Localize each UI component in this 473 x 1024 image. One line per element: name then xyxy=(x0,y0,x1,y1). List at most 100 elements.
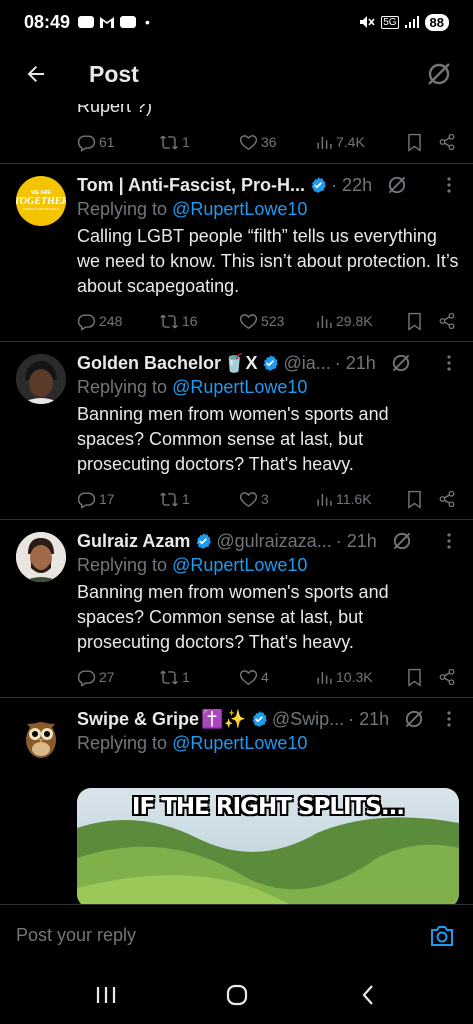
status-bar: 08:49 • 5G 88 xyxy=(0,0,473,44)
tweet-header: Golden Bachelor 🥤X @ia... · 21h xyxy=(77,350,459,376)
repost-count: 1 xyxy=(182,669,190,685)
like-count: 3 xyxy=(261,491,269,507)
repost-action[interactable]: 1 xyxy=(159,668,239,687)
user-handle[interactable]: @ia... xyxy=(283,353,330,374)
gmail-icon xyxy=(100,16,115,28)
tweet-header: Tom | Anti-Fascist, Pro-H... · 22h xyxy=(77,172,459,198)
grok-icon[interactable] xyxy=(390,352,412,374)
like-action[interactable]: 4 xyxy=(239,668,316,687)
bookmark-icon xyxy=(408,133,421,152)
heart-icon xyxy=(239,134,258,150)
more-vertical-icon[interactable] xyxy=(439,533,459,549)
user-handle[interactable]: @Swip... xyxy=(272,709,344,730)
camera-button[interactable] xyxy=(427,921,457,951)
page-title: Post xyxy=(89,60,139,87)
grok-icon[interactable] xyxy=(403,708,425,730)
mute-icon xyxy=(360,16,375,28)
display-name[interactable]: Golden Bachelor xyxy=(77,353,221,374)
bookmark-action[interactable] xyxy=(406,312,438,331)
reply-tweet[interactable]: Golden Bachelor 🥤X @ia... · 21h Replying… xyxy=(0,342,473,520)
avatar[interactable] xyxy=(16,710,66,760)
like-action[interactable]: 523 xyxy=(239,312,316,331)
tweet-actions: 27 1 4 10.3K xyxy=(77,665,459,689)
replying-to: Replying to @RupertLowe10 xyxy=(77,377,459,398)
avatar[interactable]: WE ARE TOGETHER AGAINST THE FAR RIGHT xyxy=(16,176,66,226)
display-name[interactable]: Swipe & Gripe xyxy=(77,709,199,730)
reply-action[interactable]: 248 xyxy=(77,312,159,331)
camera-icon xyxy=(431,925,453,946)
thread-content[interactable]: Rupert ?) 61 1 36 7.4K WE ARE TOGETHER A… xyxy=(0,104,473,904)
avatar[interactable] xyxy=(16,532,66,582)
share-action[interactable] xyxy=(438,490,456,508)
reply-composer xyxy=(0,904,473,966)
display-name[interactable]: Tom | Anti-Fascist, Pro-H... xyxy=(77,175,305,196)
owl-avatar-icon xyxy=(26,722,56,758)
views-action[interactable]: 7.4K xyxy=(316,134,406,151)
share-icon xyxy=(439,312,455,330)
status-right: 5G 88 xyxy=(359,13,449,31)
recent-apps-icon xyxy=(96,987,115,1003)
notification-dot: • xyxy=(145,14,150,30)
recent-apps-button[interactable] xyxy=(76,975,136,1015)
youtube-icon xyxy=(78,16,95,28)
repost-count: 1 xyxy=(182,491,190,507)
like-count: 4 xyxy=(261,669,269,685)
grok-button[interactable] xyxy=(421,56,457,92)
share-action[interactable] xyxy=(438,668,456,686)
mention-link[interactable]: @RupertLowe10 xyxy=(172,555,307,575)
share-action[interactable] xyxy=(438,312,456,330)
tweet-media-image[interactable]: IF THE RIGHT SPLITS... xyxy=(77,788,459,904)
mention-link[interactable]: @RupertLowe10 xyxy=(172,199,307,219)
reply-icon xyxy=(77,491,96,509)
mention-link[interactable]: @RupertLowe10 xyxy=(172,377,307,397)
mention-link[interactable]: @RupertLowe10 xyxy=(172,733,307,753)
grok-icon[interactable] xyxy=(386,174,408,196)
avatar[interactable] xyxy=(16,354,66,404)
previous-tweet-tail[interactable]: Rupert ?) 61 1 36 7.4K xyxy=(0,104,473,164)
reply-tweet[interactable]: Gulraiz Azam @gulraizaza... · 21h Replyi… xyxy=(0,520,473,698)
user-handle[interactable]: @gulraizaza... xyxy=(216,531,331,552)
signal-icon xyxy=(404,16,419,28)
more-vertical-icon[interactable] xyxy=(439,355,459,371)
like-action[interactable]: 36 xyxy=(239,133,316,152)
repost-action[interactable]: 1 xyxy=(159,490,239,509)
tweet-body: Swipe & Gripe ✝️✨ @Swip... · 21h Replyin… xyxy=(77,706,459,754)
tweet-text: Banning men from women's sports and spac… xyxy=(77,582,389,652)
reply-count: 27 xyxy=(99,669,115,685)
views-action[interactable]: 29.8K xyxy=(316,313,406,330)
home-button[interactable] xyxy=(207,975,267,1015)
tweet-time: · 22h xyxy=(331,174,373,195)
system-back-button[interactable] xyxy=(338,975,398,1015)
reply-action[interactable]: 61 xyxy=(77,133,159,152)
repost-icon xyxy=(160,492,178,506)
reply-action[interactable]: 17 xyxy=(77,490,159,509)
bookmark-action[interactable] xyxy=(406,133,438,152)
repost-action[interactable]: 1 xyxy=(159,133,239,152)
verified-badge-icon xyxy=(194,532,212,550)
display-name[interactable]: Gulraiz Azam xyxy=(77,531,190,552)
grok-icon xyxy=(428,63,450,85)
verified-badge-icon xyxy=(309,176,327,194)
views-icon xyxy=(317,493,332,506)
bookmark-action[interactable] xyxy=(406,490,438,509)
reply-input[interactable] xyxy=(16,925,427,946)
share-action[interactable] xyxy=(438,133,456,151)
reply-tweet[interactable]: Swipe & Gripe ✝️✨ @Swip... · 21h Replyin… xyxy=(0,698,473,904)
bookmark-action[interactable] xyxy=(406,668,438,687)
avatar-text-main: TOGETHER xyxy=(16,196,66,207)
back-button[interactable] xyxy=(16,54,56,94)
views-action[interactable]: 11.6K xyxy=(316,491,406,508)
repost-action[interactable]: 16 xyxy=(159,312,239,331)
views-action[interactable]: 10.3K xyxy=(316,669,406,686)
more-vertical-icon[interactable] xyxy=(439,711,459,727)
heart-icon xyxy=(239,491,258,507)
reply-tweet[interactable]: WE ARE TOGETHER AGAINST THE FAR RIGHT To… xyxy=(0,164,473,342)
reply-icon xyxy=(77,134,96,152)
reply-action[interactable]: 27 xyxy=(77,668,159,687)
repost-icon xyxy=(160,314,178,328)
like-action[interactable]: 3 xyxy=(239,490,316,509)
grok-icon[interactable] xyxy=(391,530,413,552)
replying-to: Replying to @RupertLowe10 xyxy=(77,733,459,754)
replying-prefix: Replying to xyxy=(77,555,173,575)
more-vertical-icon[interactable] xyxy=(439,177,459,193)
